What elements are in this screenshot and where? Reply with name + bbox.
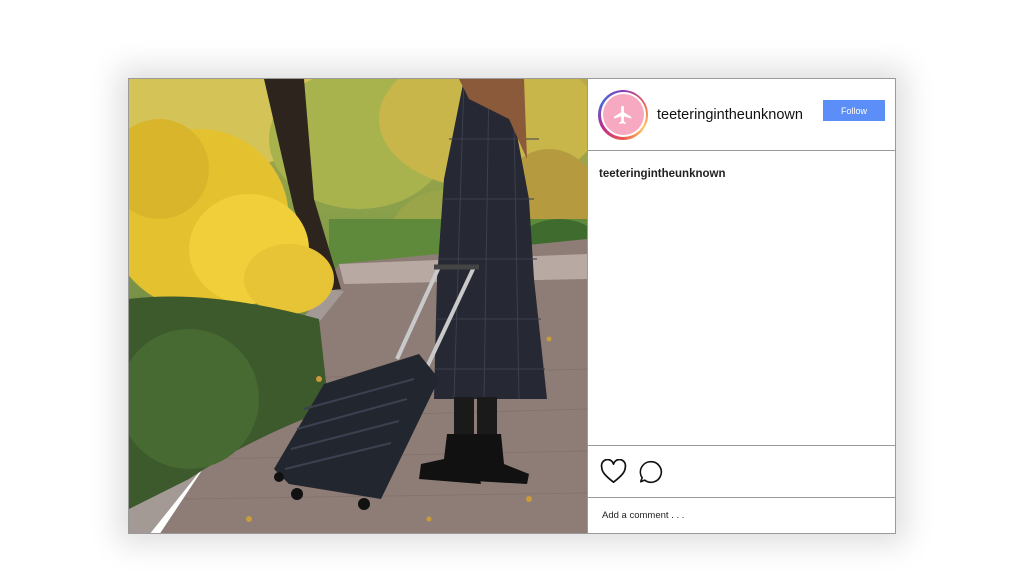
header-username[interactable]: teeteringintheunknown: [657, 107, 803, 123]
post-card: teeteringintheunknown Follow teeteringin…: [128, 78, 896, 534]
photo-illustration: [129, 79, 587, 533]
comment-bubble-icon: [639, 460, 663, 483]
airplane-icon: [613, 105, 632, 124]
post-sidebar: teeteringintheunknown Follow teeteringin…: [587, 79, 895, 533]
post-actions: [588, 445, 895, 498]
caption-username[interactable]: teeteringintheunknown: [599, 168, 726, 180]
heart-icon: [600, 459, 626, 484]
caption-area: teeteringintheunknown: [588, 151, 895, 445]
comment-button[interactable]: [637, 458, 665, 486]
like-button[interactable]: [599, 458, 627, 486]
comment-bar: [588, 498, 895, 533]
avatar[interactable]: [598, 89, 648, 140]
post-header: teeteringintheunknown Follow: [588, 79, 895, 151]
follow-button[interactable]: Follow: [823, 100, 885, 121]
comment-input[interactable]: [602, 510, 881, 521]
post-photo[interactable]: [129, 79, 587, 533]
